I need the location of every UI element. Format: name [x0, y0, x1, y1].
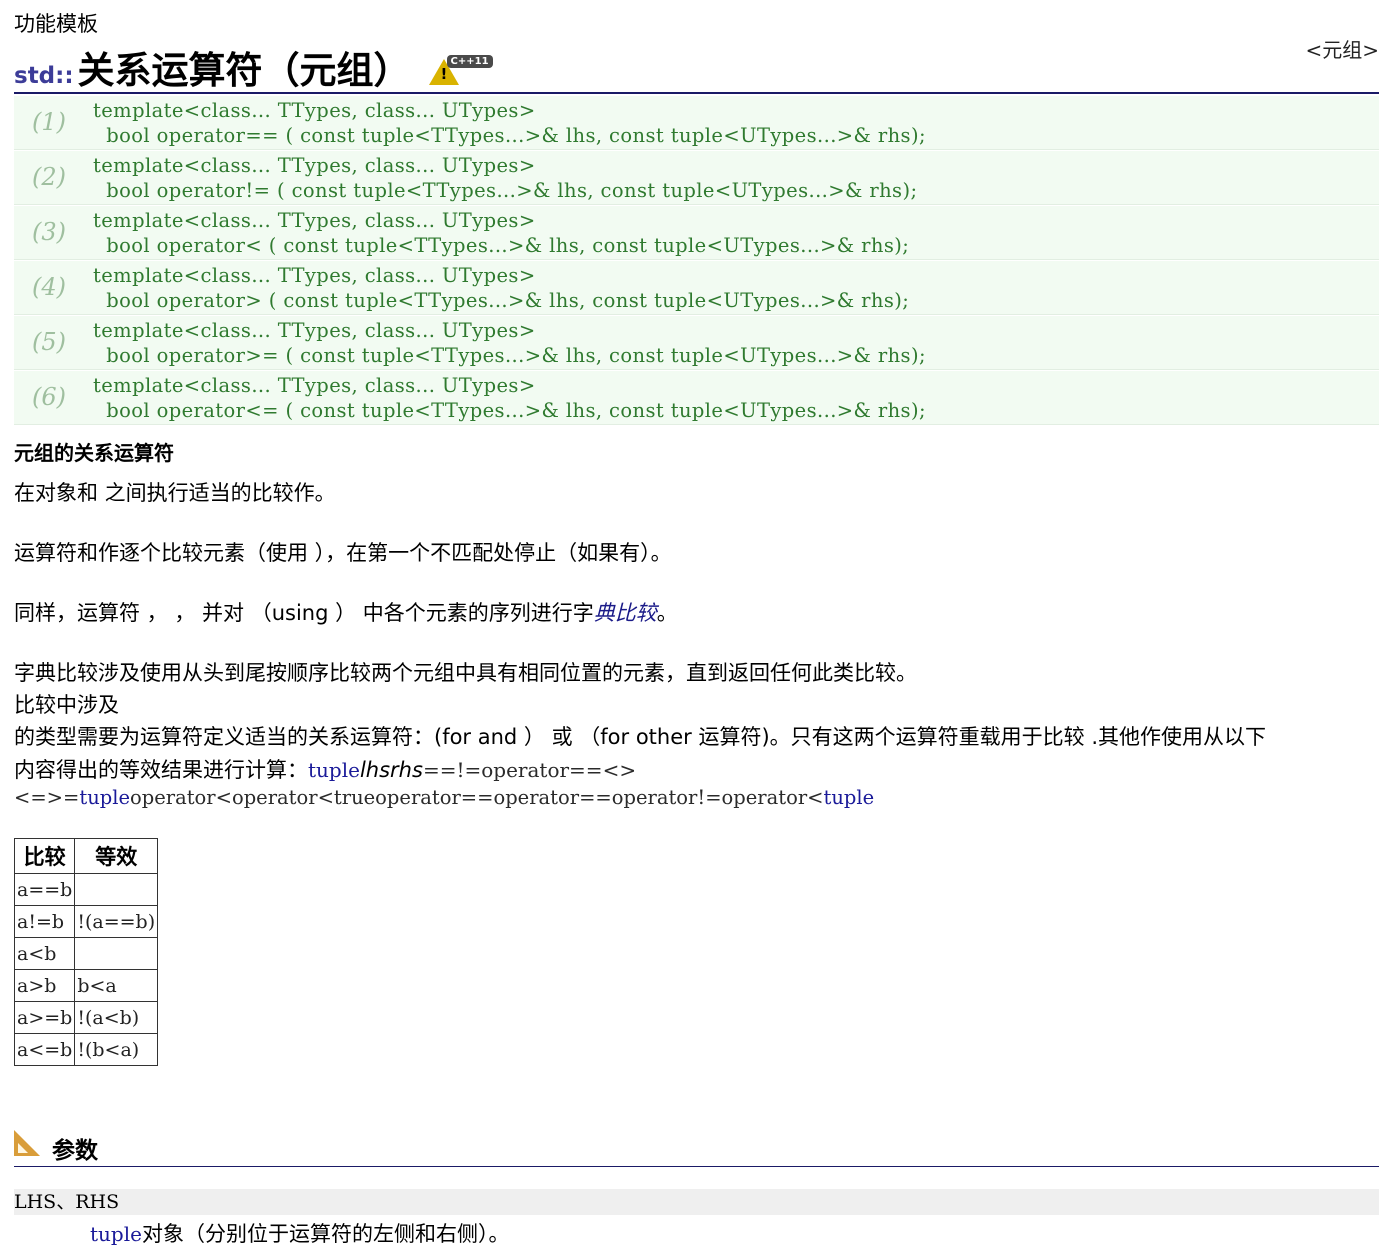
- code-keyword: tuple: [308, 758, 360, 782]
- title-divider: [14, 92, 1379, 94]
- declaration-number: (1): [32, 108, 66, 136]
- table-cell: !(a<b): [74, 1001, 159, 1034]
- declaration-row: (4) template<class... TTypes, class... U…: [14, 261, 1379, 315]
- table-cell: a!=b: [13, 905, 76, 938]
- table-row: a!=b !(a==b): [13, 905, 159, 938]
- table-cell: !(a==b): [74, 905, 159, 938]
- title-name: 关系运算符（元组）: [77, 49, 411, 92]
- page-title: std:: 关系运算符（元组） ! C++11: [14, 40, 493, 92]
- declaration-row: (3) template<class... TTypes, class... U…: [14, 206, 1379, 260]
- declarations-list: (1) template<class... TTypes, class... U…: [14, 96, 1379, 426]
- table-cell: a>b: [13, 969, 76, 1002]
- declaration-code: template<class... TTypes, class... UType…: [93, 99, 926, 147]
- cpp11-tag: C++11: [446, 55, 493, 68]
- declaration-number: (3): [32, 218, 66, 246]
- description-paragraph: 同样，运算符 ， ， 并对 （using ） 中各个元素的序列进行字典比较。: [14, 601, 678, 625]
- table-cell: !(b<a): [74, 1033, 159, 1066]
- code-line: <=>=tupleoperator<operator<trueoperator=…: [14, 786, 875, 809]
- description-paragraph: 内容得出的等效结果进行计算：tuplelhsrhs==!=operator==<…: [14, 758, 637, 782]
- declaration-row: (1) template<class... TTypes, class... U…: [14, 96, 1379, 150]
- description-paragraph: 字典比较涉及使用从头到尾按顺序比较两个元组中具有相同位置的元素，直到返回任何此类…: [14, 661, 917, 685]
- parameter-name: LHS、RHS: [14, 1189, 1379, 1215]
- table-row: a>=b !(a<b): [13, 1001, 159, 1034]
- namespace-prefix: std::: [14, 63, 74, 89]
- description-heading: 元组的关系运算符: [14, 441, 174, 465]
- table-cell: a<b: [13, 937, 76, 970]
- table-cell: [74, 937, 159, 970]
- table-row: a>b b<a: [13, 969, 159, 1002]
- table-cell: b<a: [74, 969, 159, 1002]
- table-cell: a==b: [13, 873, 76, 906]
- declaration-number: (5): [32, 328, 66, 356]
- description-paragraph: 比较中涉及: [14, 693, 119, 717]
- declaration-code: template<class... TTypes, class... UType…: [93, 319, 926, 367]
- cpp11-badge: ! C++11: [428, 55, 493, 85]
- parameter-description: tuple对象（分别位于运算符的左侧和右侧）。: [90, 1222, 510, 1246]
- description-paragraph: 在对象和 之间执行适当的比较作。: [14, 481, 336, 505]
- code-keyword: tuple: [90, 1222, 142, 1246]
- declaration-number: (2): [32, 163, 66, 191]
- description-paragraph: 的类型需要为运算符定义适当的关系运算符：(for and ） 或 （for ot…: [14, 725, 1266, 749]
- description-paragraph: 运算符和作逐个比较元素（使用 ），在第一个不匹配处停止（如果有）。: [14, 541, 672, 565]
- declaration-row: (5) template<class... TTypes, class... U…: [14, 316, 1379, 370]
- table-cell: [74, 873, 159, 906]
- section-label: 参数: [52, 1138, 98, 1164]
- table-header-row: 比较 等效: [13, 838, 159, 874]
- table-row: a==b: [13, 873, 159, 906]
- table-cell: a>=b: [13, 1001, 76, 1034]
- entity-kind: 功能模板: [14, 12, 98, 36]
- parameters-section-heading: 参数: [14, 1124, 1379, 1164]
- declaration-code: template<class... TTypes, class... UType…: [93, 209, 910, 257]
- table-header: 等效: [74, 838, 159, 874]
- section-divider: [14, 1166, 1379, 1167]
- declaration-row: (2) template<class... TTypes, class... U…: [14, 151, 1379, 205]
- declaration-code: template<class... TTypes, class... UType…: [93, 264, 910, 312]
- table-row: a<=b !(b<a): [13, 1033, 159, 1066]
- table-header: 比较: [13, 838, 76, 874]
- declaration-code: template<class... TTypes, class... UType…: [93, 374, 926, 422]
- declaration-number: (6): [32, 383, 66, 411]
- table-row: a<b: [13, 937, 159, 970]
- lexicographical-link[interactable]: 典比较: [594, 601, 657, 625]
- declaration-row: (6) template<class... TTypes, class... U…: [14, 371, 1379, 425]
- table-cell: a<=b: [13, 1033, 76, 1066]
- declaration-code: template<class... TTypes, class... UType…: [93, 154, 918, 202]
- header-link[interactable]: <元组>: [1305, 34, 1379, 63]
- equivalence-table: 比较 等效 a==b a!=b !(a==b) a<b a>b b<a a>=b…: [13, 838, 159, 1066]
- declaration-number: (4): [32, 273, 66, 301]
